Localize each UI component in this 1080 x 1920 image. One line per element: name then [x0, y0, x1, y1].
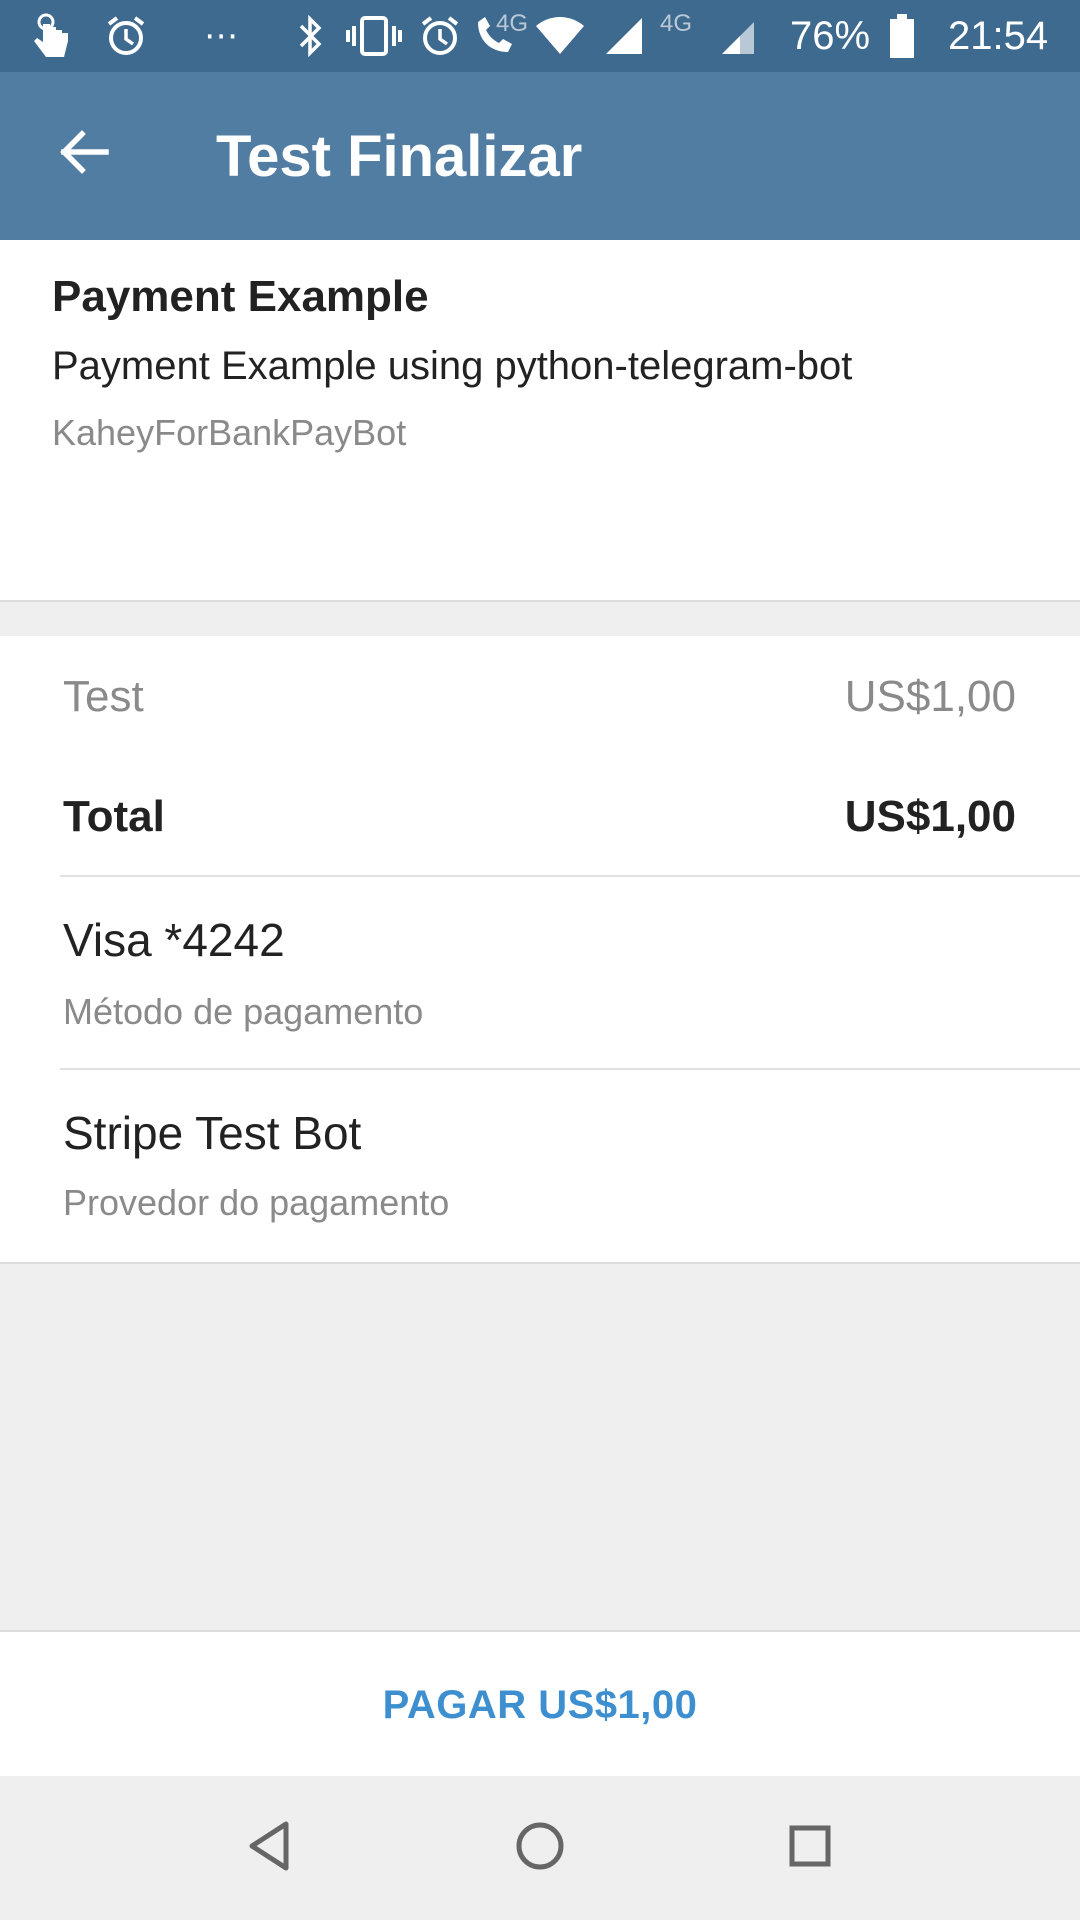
- payment-method-title: Visa *4242: [63, 914, 285, 966]
- back-triangle-icon: [246, 1820, 294, 1877]
- nav-home-button[interactable]: [500, 1808, 580, 1888]
- price-item-label: Test: [63, 672, 144, 721]
- status-bar: ⋯ 4G 4G 76% 21:54: [0, 0, 1080, 72]
- touch-icon: [30, 0, 74, 72]
- total-value: US$1,00: [844, 792, 1016, 841]
- invoice-description: Payment Example using python-telegram-bo…: [52, 344, 853, 388]
- signal-icon: [604, 0, 644, 72]
- arrow-left-icon: [56, 128, 112, 181]
- back-button[interactable]: [44, 114, 124, 194]
- bluetooth-icon: [296, 0, 326, 72]
- nav-recents-button[interactable]: [770, 1808, 850, 1888]
- signal-icon-2: [720, 0, 756, 72]
- total-label: Total: [63, 792, 165, 841]
- bot-name: KaheyForBankPayBot: [52, 412, 407, 453]
- payment-method-row[interactable]: Visa *4242 Método de pagamento: [0, 877, 1080, 1068]
- network-label-4g-2: 4G: [660, 10, 693, 37]
- wifi-icon: [534, 0, 586, 72]
- home-circle-icon: [514, 1820, 566, 1877]
- navigation-bar: [0, 1776, 1080, 1920]
- battery-percent: 76%: [790, 13, 871, 58]
- battery-icon: [888, 0, 916, 72]
- payment-provider-row[interactable]: Stripe Test Bot Provedor do pagamento: [0, 1070, 1080, 1260]
- pay-button[interactable]: PAGAR US$1,00: [0, 1630, 1080, 1778]
- vibrate-icon: [346, 0, 402, 72]
- toolbar: Test Finalizar: [0, 72, 1080, 240]
- payment-provider-subtitle: Provedor do pagamento: [63, 1182, 450, 1223]
- recents-square-icon: [786, 1822, 834, 1875]
- page-title: Test Finalizar: [216, 123, 583, 189]
- alarm-icon-2: [418, 0, 462, 72]
- payment-method-subtitle: Método de pagamento: [63, 991, 424, 1032]
- network-label-4g-1: 4G: [496, 10, 529, 37]
- invoice-title: Payment Example: [52, 272, 429, 321]
- pay-button-label: PAGAR US$1,00: [382, 1682, 698, 1727]
- alarm-icon: [104, 0, 148, 72]
- price-item-value: US$1,00: [844, 672, 1016, 721]
- payment-provider-title: Stripe Test Bot: [63, 1107, 362, 1159]
- more-dots-icon: ⋯: [204, 17, 238, 55]
- clock: 21:54: [948, 13, 1049, 58]
- nav-back-button[interactable]: [230, 1808, 310, 1888]
